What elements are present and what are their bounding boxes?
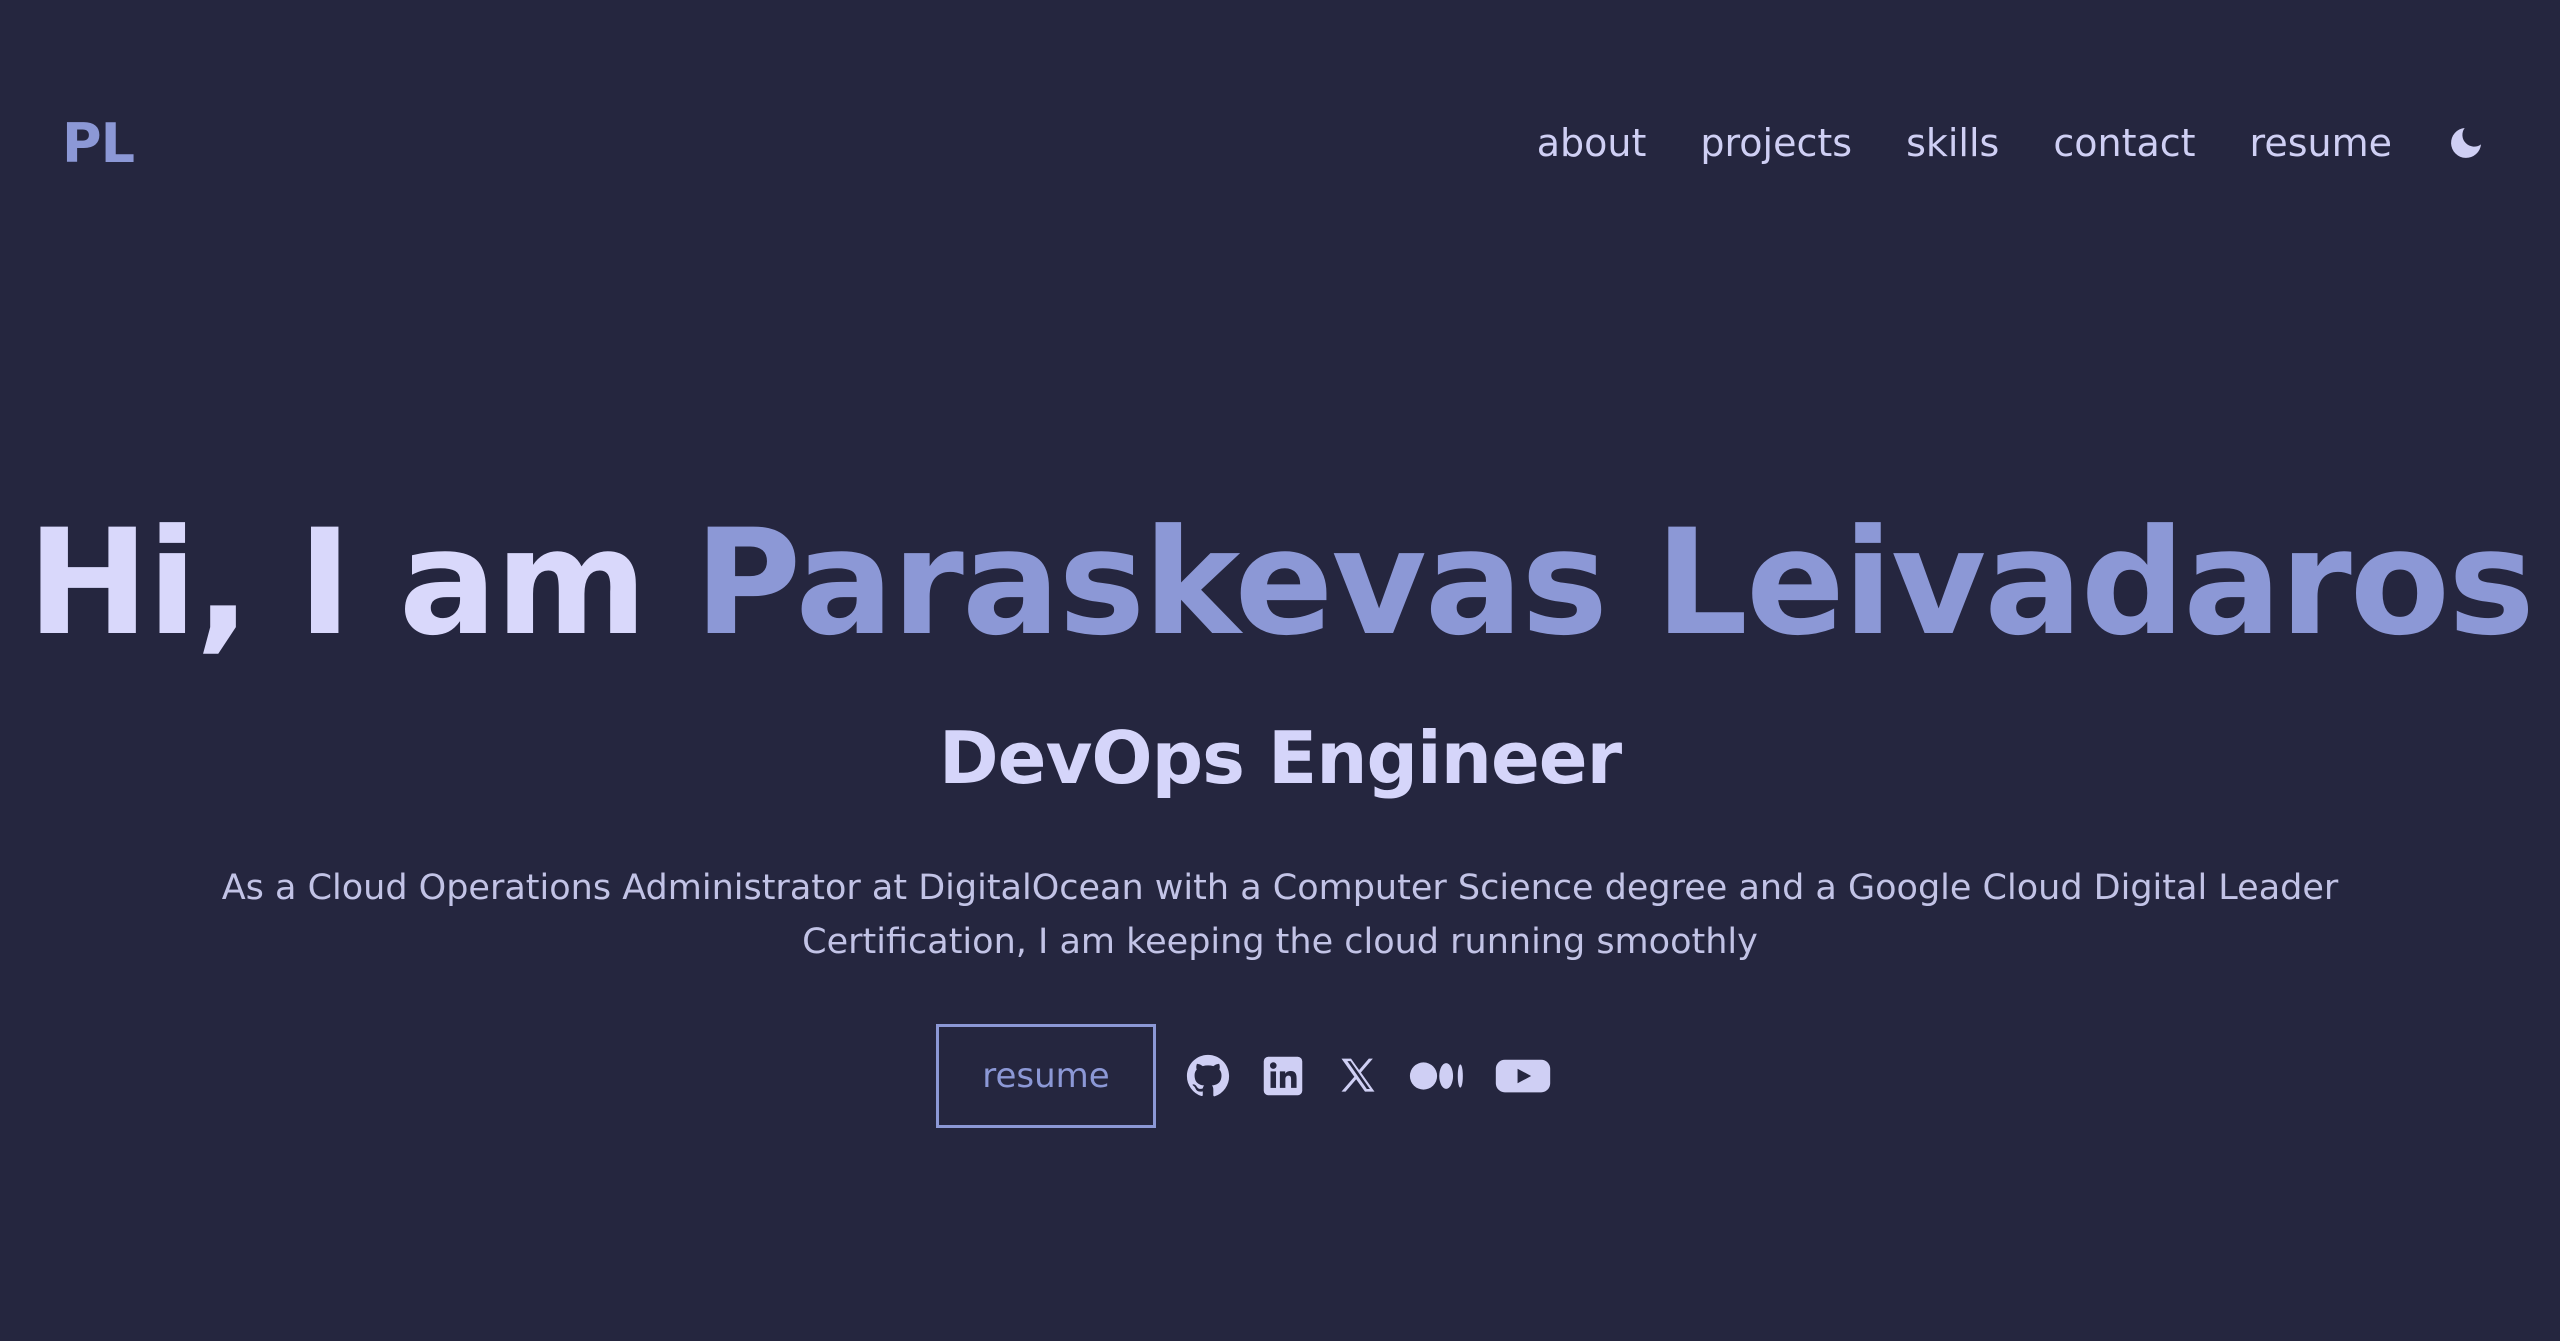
moon-icon[interactable] xyxy=(2444,121,2488,165)
site-logo[interactable]: PL xyxy=(62,112,135,176)
hero-title: Hi, I am Paraskevas Leivadaros xyxy=(0,493,2560,673)
hero-name: Paraskevas Leivadaros xyxy=(694,497,2535,668)
medium-icon[interactable] xyxy=(1409,1052,1467,1100)
nav-link-skills[interactable]: skills xyxy=(1906,108,1999,178)
linkedin-icon[interactable] xyxy=(1259,1052,1307,1100)
nav-link-contact[interactable]: contact xyxy=(2053,108,2195,178)
site-header: PL about projects skills contact resume xyxy=(0,0,2560,290)
hero-bio: As a Cloud Operations Administrator at D… xyxy=(221,868,2339,962)
social-links xyxy=(1184,1052,1579,1100)
x-icon[interactable] xyxy=(1334,1052,1382,1100)
github-icon[interactable] xyxy=(1184,1052,1232,1100)
nav-link-about[interactable]: about xyxy=(1537,108,1647,178)
resume-button[interactable]: resume xyxy=(936,1024,1156,1128)
nav-link-projects[interactable]: projects xyxy=(1700,108,1852,178)
hero-greeting: Hi, I am xyxy=(27,497,647,668)
nav-link-resume[interactable]: resume xyxy=(2250,108,2392,178)
youtube-icon[interactable] xyxy=(1494,1052,1552,1100)
main-nav: about projects skills contact resume xyxy=(1483,108,2488,178)
hero-role: DevOps Engineer xyxy=(938,715,1622,800)
hero-actions: resume xyxy=(936,1022,1579,1130)
